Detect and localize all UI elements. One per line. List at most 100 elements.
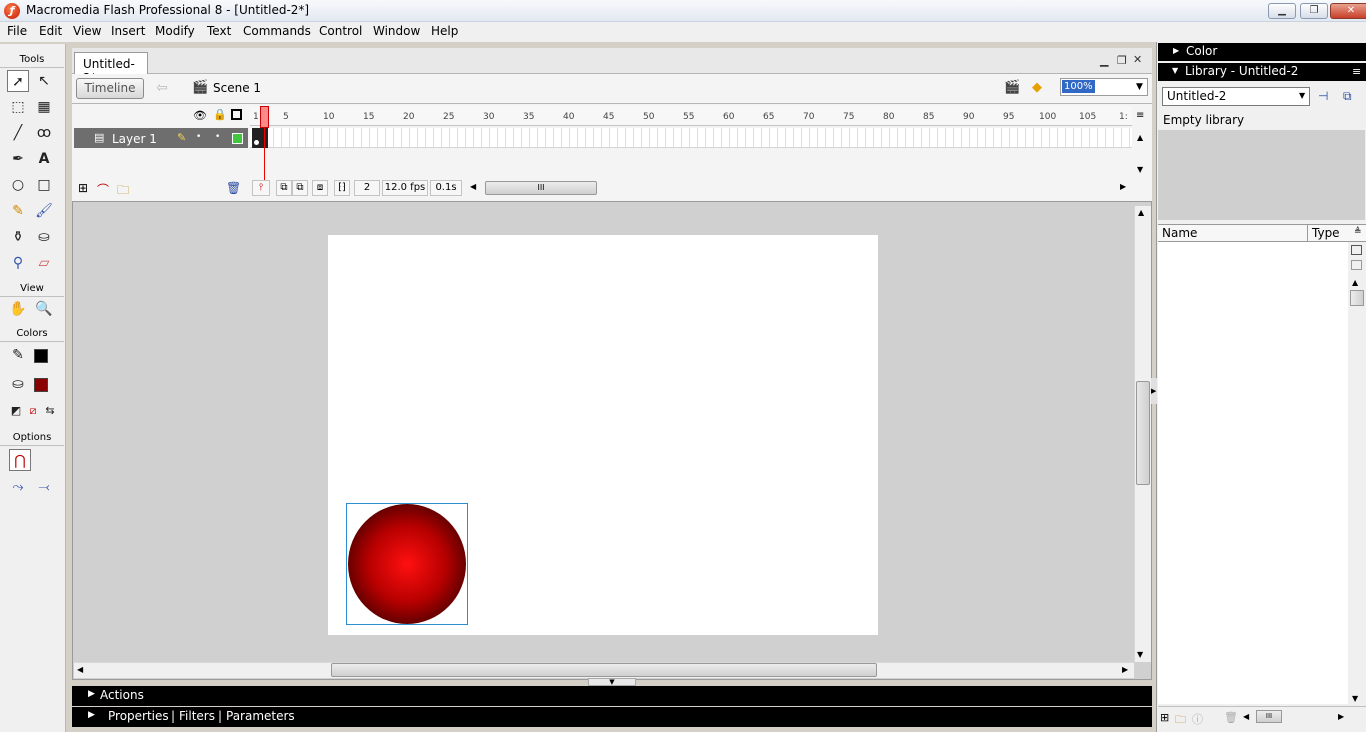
wide-library-view-icon[interactable]: [1351, 245, 1362, 255]
frame-view-icon[interactable]: ≡: [1136, 110, 1144, 121]
show-hide-layers-icon[interactable]: 👁: [193, 109, 207, 122]
back-arrow-icon[interactable]: ⇦: [156, 80, 168, 96]
doc-close-icon[interactable]: ✕: [1133, 53, 1142, 66]
free-transform-tool-icon[interactable]: ⬚: [7, 96, 29, 118]
line-tool-icon[interactable]: ╱: [7, 122, 29, 144]
timeline-hscroll-right[interactable]: ▶: [1120, 182, 1126, 191]
stage-hscroll-thumb[interactable]: [331, 663, 877, 677]
document-tab[interactable]: Untitled-2*: [74, 52, 148, 85]
hand-tool-icon[interactable]: ✋: [7, 298, 29, 320]
zoom-dropdown-icon[interactable]: ▼: [1136, 82, 1143, 92]
frame-grid[interactable]: [250, 128, 1132, 148]
onion-skin-outlines-icon[interactable]: ⧉: [292, 180, 308, 196]
stage-scroll-up[interactable]: ▲: [1138, 208, 1144, 217]
library-select-arrow-icon[interactable]: ▼: [1299, 91, 1305, 100]
dock-collapse-icon[interactable]: ▶: [1151, 378, 1157, 404]
menu-commands[interactable]: Commands: [243, 24, 311, 38]
text-tool-icon[interactable]: A: [33, 148, 55, 170]
stage-scroll-left[interactable]: ◀: [77, 665, 83, 674]
edit-scene-icon[interactable]: 🎬: [1004, 80, 1020, 95]
outline-layers-icon[interactable]: [231, 109, 242, 120]
properties-tab[interactable]: Properties: [108, 709, 169, 723]
menu-help[interactable]: Help: [431, 24, 458, 38]
stroke-color-swatch[interactable]: [34, 349, 48, 363]
timeline-scroll-down[interactable]: ▼: [1137, 165, 1143, 174]
library-options-icon[interactable]: ≡: [1352, 65, 1361, 78]
library-document-select[interactable]: Untitled-2: [1162, 87, 1310, 106]
smooth-icon[interactable]: ⤳: [7, 476, 29, 498]
subselection-tool-icon[interactable]: ↖: [33, 70, 55, 92]
narrow-library-view-icon[interactable]: [1351, 260, 1362, 270]
properties-expand-icon[interactable]: ▶: [88, 710, 95, 720]
close-icon[interactable]: ✕: [1330, 3, 1366, 19]
actions-expand-icon[interactable]: ▶: [88, 689, 95, 699]
eyedropper-tool-icon[interactable]: ⚲: [7, 252, 29, 274]
library-scroll-down[interactable]: ▼: [1352, 694, 1358, 703]
swap-colors-icon[interactable]: ⇆: [39, 400, 61, 422]
straighten-icon[interactable]: ⤙: [33, 476, 55, 498]
new-library-panel-icon[interactable]: ⧉: [1343, 89, 1352, 104]
pin-library-icon[interactable]: ⊣: [1318, 89, 1328, 103]
ink-bottle-tool-icon[interactable]: ⚱: [7, 226, 29, 248]
zoom-value[interactable]: 100%: [1062, 80, 1095, 93]
modify-onion-markers-icon[interactable]: ⁅⁆: [334, 180, 350, 196]
insert-layer-folder-icon[interactable]: 🗀: [117, 181, 129, 202]
rectangle-tool-icon[interactable]: □: [33, 174, 55, 196]
column-type[interactable]: Type: [1312, 226, 1340, 240]
eraser-tool-icon[interactable]: ▱: [33, 252, 55, 274]
brush-tool-icon[interactable]: 🖌: [33, 200, 55, 222]
menu-control[interactable]: Control: [319, 24, 362, 38]
menu-window[interactable]: Window: [373, 24, 420, 38]
layer-outline-color[interactable]: [232, 133, 243, 144]
actions-label[interactable]: Actions: [100, 688, 144, 702]
timeline-toggle-button[interactable]: Timeline: [76, 78, 144, 99]
edit-symbols-icon[interactable]: ◆: [1032, 80, 1042, 95]
edit-multiple-frames-icon[interactable]: ⧈: [312, 180, 328, 196]
stage-vscroll-thumb[interactable]: [1136, 381, 1150, 485]
stage-scroll-down[interactable]: ▼: [1137, 650, 1143, 659]
column-name[interactable]: Name: [1162, 226, 1197, 240]
layer-name[interactable]: Layer 1: [112, 132, 157, 146]
menu-text[interactable]: Text: [207, 24, 231, 38]
actions-panel-header[interactable]: [72, 686, 1152, 706]
center-frame-icon[interactable]: ⫯: [252, 180, 270, 196]
menu-edit[interactable]: Edit: [39, 24, 62, 38]
panel-collapse-icon[interactable]: ▼: [588, 678, 636, 686]
library-collapse-icon[interactable]: ▼: [1172, 66, 1178, 75]
gradient-circle-shape[interactable]: [348, 504, 466, 624]
restore-icon[interactable]: ❐: [1300, 3, 1328, 19]
doc-minimize-icon[interactable]: ▁: [1100, 54, 1108, 67]
doc-restore-icon[interactable]: ❐: [1117, 54, 1127, 67]
menu-insert[interactable]: Insert: [111, 24, 145, 38]
keyframe-cell[interactable]: [252, 128, 268, 148]
library-panel-title[interactable]: Library - Untitled-2: [1185, 64, 1298, 78]
gradient-transform-tool-icon[interactable]: ▦: [33, 96, 55, 118]
fill-color-swatch[interactable]: [34, 378, 48, 392]
library-scroll-up[interactable]: ▲: [1352, 278, 1358, 287]
timeline-scroll-up[interactable]: ▲: [1137, 133, 1143, 142]
new-symbol-icon[interactable]: ⊞: [1160, 711, 1169, 724]
lock-layers-icon[interactable]: 🔒: [213, 108, 227, 121]
library-hscroll-left[interactable]: ◀: [1243, 712, 1249, 721]
snap-to-objects-icon[interactable]: ⋂: [9, 449, 31, 471]
new-folder-icon[interactable]: 🗀: [1175, 711, 1186, 730]
timeline-hscroll-left[interactable]: ◀: [470, 182, 476, 191]
minimize-icon[interactable]: ▁: [1268, 3, 1296, 19]
layer-lock-dot[interactable]: •: [215, 132, 220, 142]
pencil-tool-icon[interactable]: ✎: [7, 200, 29, 222]
selection-tool-icon[interactable]: ➚: [7, 70, 29, 92]
lasso-tool-icon[interactable]: ꝏ: [33, 122, 55, 144]
filters-tab[interactable]: Filters: [179, 709, 215, 723]
library-vscroll[interactable]: [1348, 242, 1365, 704]
library-item-list[interactable]: [1158, 242, 1348, 704]
stage-scroll-right[interactable]: ▶: [1122, 665, 1128, 674]
properties-icon[interactable]: ⓘ: [1192, 711, 1203, 727]
oval-tool-icon[interactable]: ○: [7, 174, 29, 196]
color-panel-title[interactable]: Color: [1186, 44, 1217, 58]
library-vscroll-thumb[interactable]: [1350, 290, 1364, 306]
color-expand-icon[interactable]: ▶: [1173, 46, 1179, 55]
playhead[interactable]: [260, 106, 269, 128]
library-hscroll-right[interactable]: ▶: [1338, 712, 1344, 721]
add-motion-guide-icon[interactable]: ⌒: [97, 181, 109, 198]
onion-skin-icon[interactable]: ⧉: [276, 180, 292, 196]
